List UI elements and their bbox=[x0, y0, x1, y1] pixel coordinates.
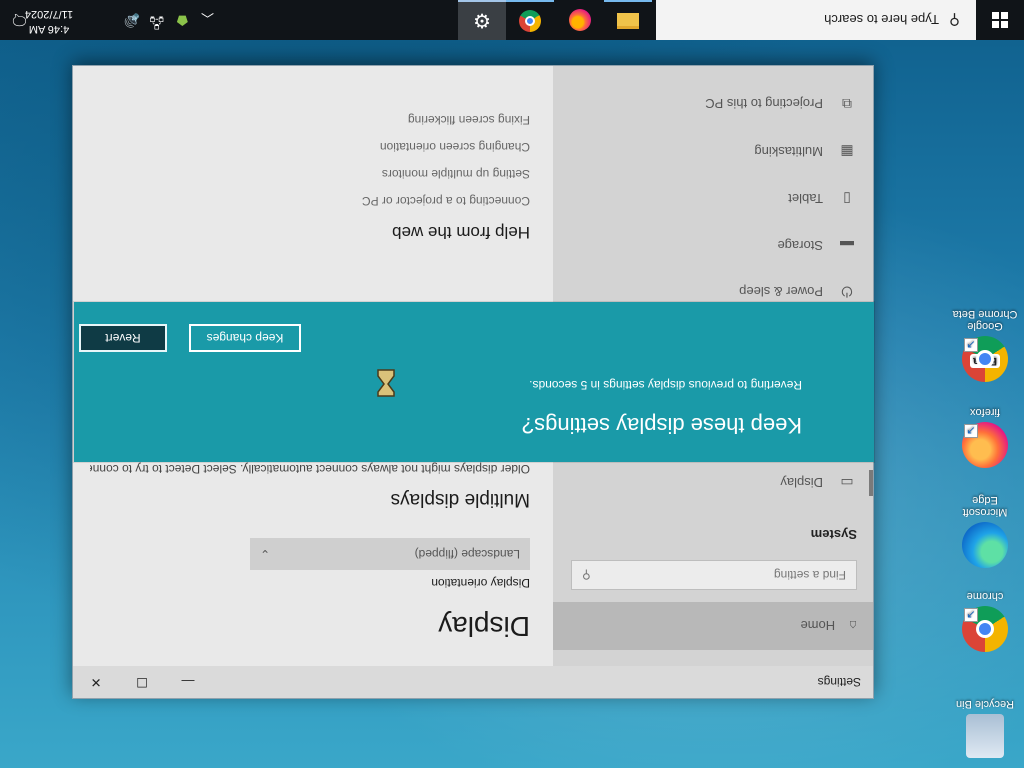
desktop-icon-label: Microsoft Edge bbox=[962, 494, 1008, 518]
taskbar-search-box[interactable]: ⚲ Type here to search bbox=[656, 0, 976, 40]
title-bar: Settings — ☐ ✕ bbox=[73, 666, 873, 698]
sidebar-item-display[interactable]: ▭ Display bbox=[553, 461, 873, 505]
taskbar-settings[interactable]: ⚙ bbox=[458, 0, 506, 40]
start-button[interactable] bbox=[976, 0, 1024, 40]
tray-network[interactable]: 🖧 bbox=[150, 0, 165, 40]
window-title: Settings bbox=[817, 675, 861, 689]
windows-logo-icon bbox=[992, 12, 1008, 28]
keep-changes-button[interactable]: Keep changes bbox=[189, 324, 301, 352]
help-link[interactable]: Connecting to a projector or PC bbox=[362, 194, 530, 208]
dialog-message: Reverting to previous display settings i… bbox=[529, 378, 802, 392]
projecting-icon: ⧉ bbox=[842, 96, 852, 113]
sidebar-item-tablet[interactable]: ▯ Tablet bbox=[553, 177, 873, 221]
keep-settings-dialog: Keep these display settings? Reverting t… bbox=[74, 302, 874, 462]
page-title: Display bbox=[438, 611, 530, 642]
taskbar-firefox[interactable] bbox=[556, 0, 604, 40]
beta-badge: Beta bbox=[970, 354, 1000, 368]
shortcut-arrow-icon: ↗ bbox=[964, 608, 978, 622]
shortcut-arrow-icon: ↗ bbox=[964, 424, 978, 438]
orientation-label: Display orientation bbox=[431, 576, 530, 590]
busy-cursor-icon bbox=[377, 369, 395, 397]
help-heading: Help from the web bbox=[392, 223, 530, 242]
desktop-icon-edge[interactable]: Microsoft Edge bbox=[952, 494, 1018, 568]
search-placeholder: Type here to search bbox=[824, 12, 939, 28]
sidebar-item-label: Display bbox=[780, 475, 823, 491]
maximize-button[interactable]: ☐ bbox=[119, 666, 165, 698]
multitasking-icon: ▦ bbox=[840, 144, 854, 161]
desktop-icon-recycle-bin[interactable]: Recycle Bin bbox=[952, 698, 1018, 758]
close-button[interactable]: ✕ bbox=[73, 666, 119, 698]
nav-home[interactable]: ⌂ Home bbox=[553, 602, 873, 650]
chevron-up-icon: ︿ bbox=[200, 11, 214, 27]
chevron-down-icon: ⌄ bbox=[260, 547, 271, 561]
desktop-icon-firefox[interactable]: ↗ firefox bbox=[952, 406, 1018, 468]
chrome-icon: ↗ bbox=[962, 606, 1008, 652]
chrome-icon bbox=[519, 10, 541, 32]
gear-icon: ⚙ bbox=[473, 9, 491, 32]
storage-icon: ▬ bbox=[840, 238, 854, 254]
sidebar-item-label: Projecting to this PC bbox=[705, 96, 823, 112]
search-icon: ⚲ bbox=[582, 568, 591, 582]
sidebar-item-label: Power & sleep bbox=[739, 284, 823, 300]
desktop-icon-label: Recycle Bin bbox=[955, 698, 1015, 710]
desktop-icon-chrome[interactable]: ↗ chrome bbox=[952, 590, 1018, 652]
sidebar-item-projecting[interactable]: ⧉ Projecting to this PC bbox=[553, 82, 873, 126]
find-setting-placeholder: Find a setting bbox=[773, 568, 846, 582]
file-explorer-icon bbox=[617, 13, 639, 29]
sidebar-item-multitasking[interactable]: ▦ Multitasking bbox=[553, 130, 873, 174]
firefox-icon: ↗ bbox=[962, 422, 1008, 468]
chrome-beta-icon: Beta ↗ bbox=[962, 336, 1008, 382]
taskbar: ⚲ Type here to search ⚙ ︿ ⬟ 🖧 🔊 4:46 AM bbox=[0, 0, 1024, 40]
tray-app-icon: ⬟ bbox=[176, 13, 188, 28]
multiple-displays-text: Older displays might not always connect … bbox=[90, 462, 530, 476]
desktop-screen: Recycle Bin ↗ chrome Microsoft Edge ↗ fi… bbox=[0, 0, 1024, 768]
monitor-icon: ▭ bbox=[840, 475, 854, 492]
help-link[interactable]: Changing screen orientation bbox=[380, 140, 530, 154]
dialog-title: Keep these display settings? bbox=[521, 413, 802, 438]
recycle-bin-icon bbox=[966, 714, 1004, 758]
help-link[interactable]: Fixing screen flickering bbox=[408, 113, 530, 127]
tray-chevron[interactable]: ︿ bbox=[201, 0, 214, 40]
volume-icon: 🔊 bbox=[123, 13, 140, 28]
edge-icon bbox=[962, 522, 1008, 568]
orientation-value: Landscape (flipped) bbox=[414, 547, 520, 561]
desktop-icon-label: firefox bbox=[970, 406, 1000, 418]
taskbar-chrome[interactable] bbox=[506, 0, 554, 40]
tray-meet[interactable]: ⬟ bbox=[177, 0, 188, 40]
firefox-icon bbox=[569, 9, 591, 31]
find-setting-input[interactable]: Find a setting ⚲ bbox=[571, 560, 857, 590]
sidebar-item-label: Tablet bbox=[788, 191, 823, 207]
desktop-icon-chrome-beta[interactable]: Beta ↗ Google Chrome Beta bbox=[952, 308, 1018, 382]
home-icon: ⌂ bbox=[849, 618, 857, 634]
sidebar-item-label: Storage bbox=[777, 238, 823, 254]
sidebar-item-storage[interactable]: ▬ Storage bbox=[553, 224, 873, 268]
help-link[interactable]: Setting up multiple monitors bbox=[382, 167, 530, 181]
tablet-icon: ▯ bbox=[843, 191, 851, 208]
revert-button[interactable]: Revert bbox=[79, 324, 167, 352]
taskbar-file-explorer[interactable] bbox=[604, 0, 652, 40]
desktop-icon-label: Google Chrome Beta bbox=[952, 308, 1018, 332]
tray-volume[interactable]: 🔊 bbox=[124, 0, 140, 40]
sidebar-item-label: Multitasking bbox=[754, 144, 823, 160]
minimize-button[interactable]: — bbox=[165, 666, 211, 698]
network-icon: 🖧 bbox=[149, 15, 165, 30]
nav-home-label: Home bbox=[800, 618, 836, 634]
multiple-displays-heading: Multiple displays bbox=[390, 489, 530, 510]
nav-section-title: System bbox=[810, 527, 857, 542]
search-icon: ⚲ bbox=[949, 11, 960, 28]
power-icon: ⏻ bbox=[841, 284, 853, 301]
shortcut-arrow-icon: ↗ bbox=[964, 338, 978, 352]
notification-icon: 🗨 bbox=[9, 11, 30, 28]
notification-button[interactable]: 🗨 bbox=[0, 0, 39, 40]
orientation-dropdown[interactable]: Landscape (flipped) ⌄ bbox=[250, 538, 530, 570]
desktop-icon-label: chrome bbox=[966, 590, 1004, 602]
